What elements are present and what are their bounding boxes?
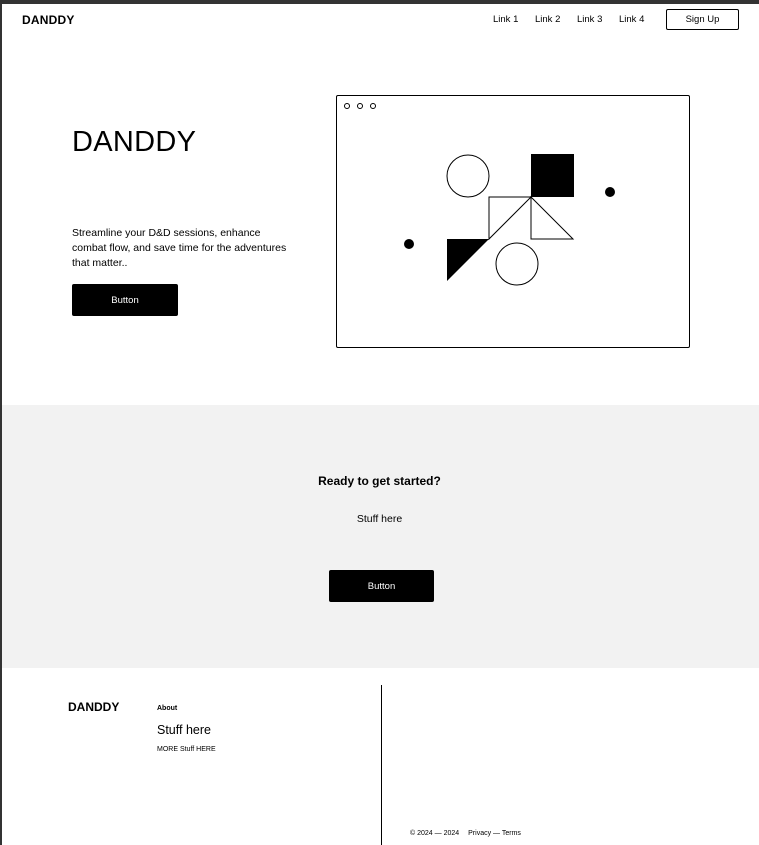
filled-square-shape <box>531 154 574 197</box>
nav-link-4-text[interactable]: Link 4 <box>619 14 644 25</box>
outline-triangle-left-shape <box>488 196 533 241</box>
hero-title: DANDDY <box>72 126 197 158</box>
signup-button[interactable]: Sign Up <box>666 9 739 30</box>
outline-circle-top-shape <box>446 154 490 198</box>
filled-dot-left-shape <box>404 239 414 249</box>
hero-button[interactable]: Button <box>72 284 178 316</box>
cta-section <box>2 405 759 668</box>
footer-divider <box>381 685 382 845</box>
window-top-bar <box>0 0 759 4</box>
nav-link-2[interactable]: Link 2 <box>535 14 560 25</box>
outline-circle-bottom-shape <box>495 242 539 286</box>
footer-legal: © 2024 — 2024 Privacy — Terms <box>410 830 521 837</box>
filled-dot-right-shape <box>605 187 615 197</box>
filled-triangle-shape <box>447 239 489 281</box>
nav-link-1-text[interactable]: Link 1 <box>493 14 518 25</box>
cta-button[interactable]: Button <box>329 570 434 602</box>
footer-more-text: MORE Stuff HERE <box>157 746 216 753</box>
nav-link-2-text[interactable]: Link 2 <box>535 14 560 25</box>
footer-brand[interactable]: DANDDY <box>68 700 119 714</box>
nav-link-3[interactable]: Link 3 <box>577 14 602 25</box>
copyright-text: © 2024 — 2024 <box>410 830 460 837</box>
footer-stuff-text: Stuff here <box>157 723 211 737</box>
footer-about-heading: About <box>157 705 178 712</box>
privacy-terms-link[interactable]: Privacy — Terms <box>468 830 521 837</box>
hero-illustration-window <box>336 95 690 348</box>
geometric-illustration <box>404 154 615 286</box>
cta-subtitle: Stuff here <box>356 513 403 525</box>
outline-triangle-right-shape <box>530 195 575 240</box>
nav-link-1[interactable]: Link 1 <box>493 14 518 25</box>
hero-description: Streamline your D&D sessions, enhance co… <box>72 227 287 269</box>
cta-title: Ready to get started? <box>318 474 441 488</box>
nav-link-4[interactable]: Link 4 <box>619 14 644 25</box>
brand-logo[interactable]: DANDDY <box>22 13 75 27</box>
nav-link-3-text[interactable]: Link 3 <box>577 14 602 25</box>
